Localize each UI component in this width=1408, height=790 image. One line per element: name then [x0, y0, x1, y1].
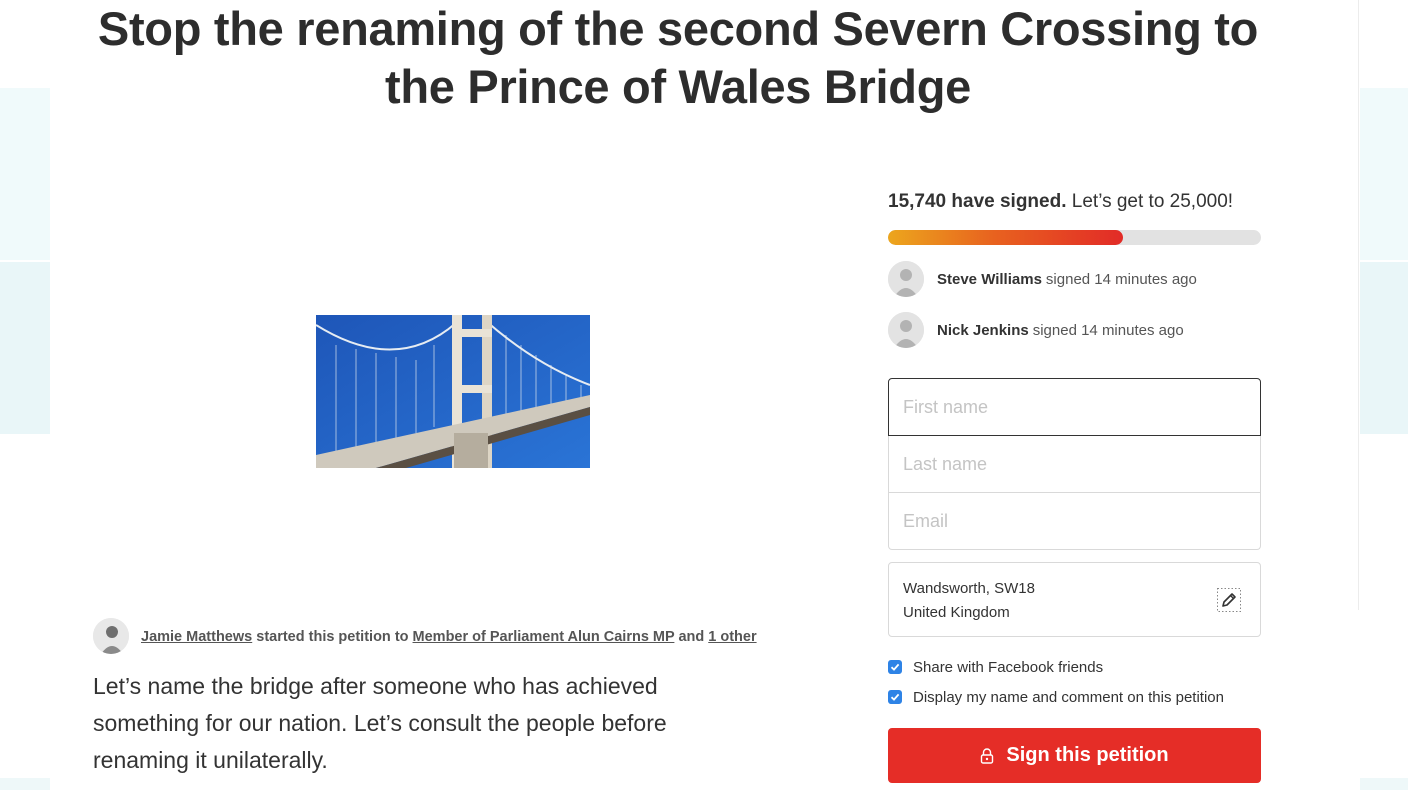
- decision-maker-link[interactable]: Member of Parliament Alun Cairns MP: [413, 629, 675, 645]
- signer-name: Steve Williams: [937, 270, 1042, 288]
- user-avatar-icon: [888, 312, 924, 348]
- email-field[interactable]: [888, 493, 1261, 550]
- check-icon[interactable]: [888, 660, 902, 674]
- location-line-2: United Kingdom: [903, 604, 1010, 621]
- progress-fill: [888, 230, 1123, 245]
- display-name-checkbox[interactable]: Display my name and comment on this peti…: [888, 686, 1224, 708]
- divider: [1358, 0, 1359, 610]
- signature-count: 15,740 have signed. Let’s get to 25,000!: [888, 191, 1233, 213]
- background-band: [0, 88, 50, 260]
- started-text: started this petition to: [256, 629, 409, 645]
- lock-icon: [980, 747, 994, 764]
- starter-name-link[interactable]: Jamie Matthews: [141, 629, 252, 645]
- starter-avatar[interactable]: [93, 618, 129, 654]
- background-band: [0, 778, 50, 790]
- share-facebook-label: Share with Facebook friends: [913, 658, 1104, 676]
- recent-signer: Steve Williams signed 14 minutes ago: [888, 261, 1197, 297]
- location-line-1: Wandsworth, SW18: [903, 580, 1035, 597]
- recent-signer: Nick Jenkins signed 14 minutes ago: [888, 312, 1184, 348]
- sign-petition-button[interactable]: Sign this petition: [888, 728, 1261, 783]
- share-facebook-checkbox[interactable]: Share with Facebook friends: [888, 656, 1103, 678]
- user-avatar-icon: [888, 261, 924, 297]
- petition-title: Stop the renaming of the second Severn C…: [97, 2, 1259, 113]
- signer-name: Nick Jenkins: [937, 321, 1029, 339]
- display-name-label: Display my name and comment on this peti…: [913, 688, 1224, 706]
- background-band: [1360, 778, 1408, 790]
- background-band: [0, 262, 50, 434]
- background-band: [1360, 88, 1408, 260]
- petition-starter: Jamie Matthews started this petition to …: [93, 618, 757, 654]
- location-box: Wandsworth, SW18 United Kingdom: [888, 562, 1261, 637]
- last-name-field[interactable]: [888, 436, 1261, 493]
- others-link[interactable]: 1 other: [708, 629, 756, 645]
- first-name-field[interactable]: [888, 378, 1261, 436]
- check-icon[interactable]: [888, 690, 902, 704]
- petition-description: Let’s name the bridge after someone who …: [93, 673, 667, 773]
- background-band: [1360, 262, 1408, 434]
- and-text: and: [678, 629, 705, 645]
- signed-count-text: 15,740 have signed.: [888, 191, 1067, 212]
- signer-time: signed 14 minutes ago: [1032, 321, 1184, 339]
- edit-pencil-icon[interactable]: [1216, 587, 1242, 613]
- signer-time: signed 14 minutes ago: [1045, 270, 1197, 288]
- goal-text: Let’s get to 25,000!: [1071, 191, 1234, 212]
- petition-photo: [316, 315, 590, 468]
- sign-button-label: Sign this petition: [1006, 744, 1169, 766]
- sign-form: [888, 378, 1261, 550]
- starter-line: Jamie Matthews started this petition to …: [141, 629, 757, 645]
- signature-progress-bar: [888, 230, 1261, 245]
